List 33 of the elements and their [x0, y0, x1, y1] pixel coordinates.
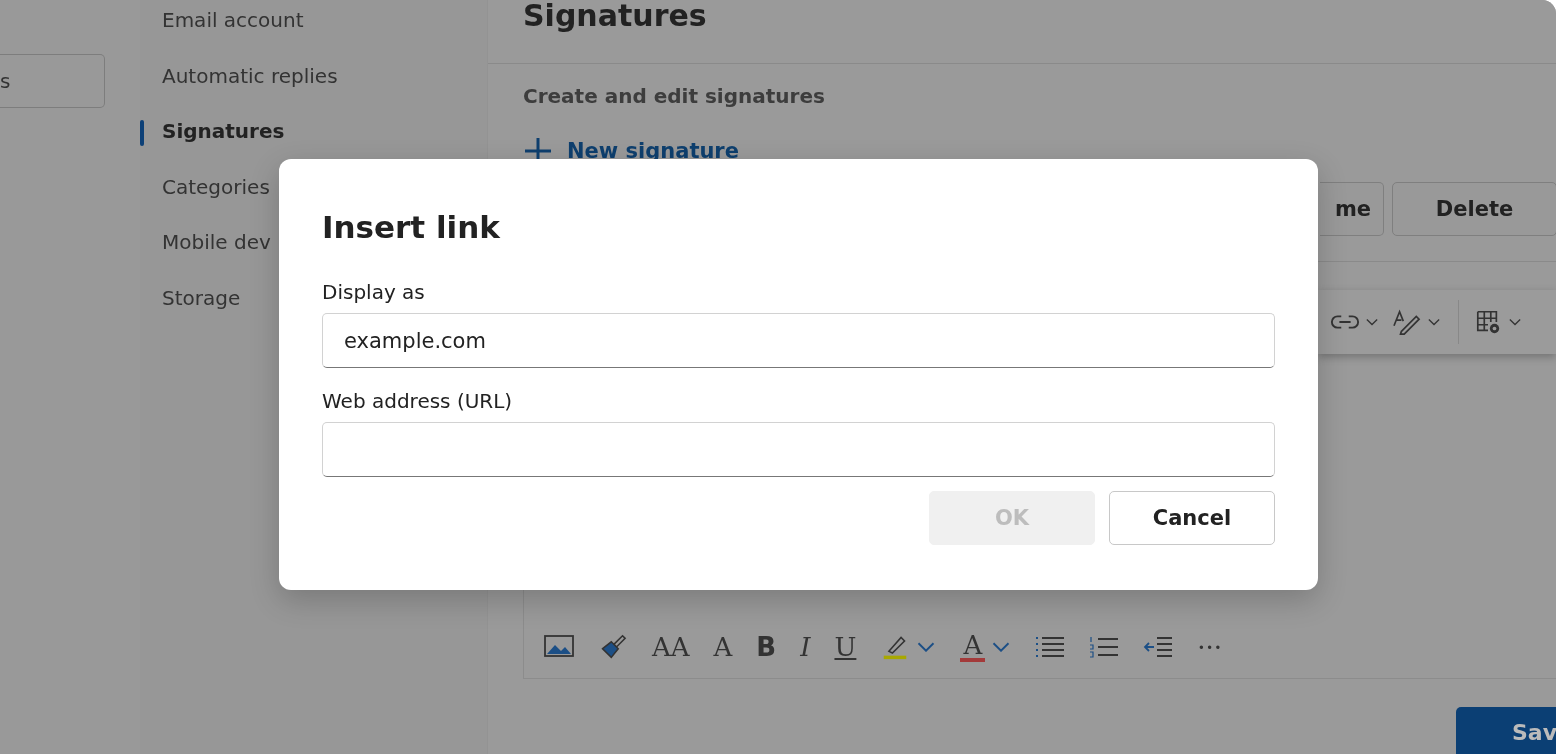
chevron-down-icon[interactable] — [916, 642, 937, 652]
chevron-down-icon[interactable] — [1366, 318, 1378, 326]
italic-button[interactable]: I — [800, 632, 811, 662]
underline-button[interactable]: U — [834, 632, 857, 662]
chevron-down-icon[interactable] — [1428, 318, 1440, 326]
toolbar-glyph[interactable]: AA — [652, 632, 690, 662]
font-color-button[interactable]: A — [960, 632, 986, 662]
save-button[interactable]: Sav — [1456, 707, 1556, 754]
nav-item[interactable]: Email account — [140, 4, 487, 60]
search-field[interactable]: s — [0, 54, 105, 108]
image-icon[interactable] — [544, 634, 574, 660]
decrease-indent-icon[interactable] — [1143, 634, 1174, 660]
toolbar-glyph[interactable]: ··· — [1197, 632, 1222, 662]
chevron-down-icon[interactable] — [1509, 318, 1521, 326]
field-label: Web address (URL) — [322, 388, 514, 415]
nav-item[interactable]: Signatures — [140, 115, 487, 171]
action-button[interactable]: Delete — [1392, 182, 1556, 236]
bullet-list-icon[interactable] — [1035, 634, 1066, 660]
numbered-list-icon[interactable] — [1089, 634, 1120, 660]
action-button[interactable]: me — [1320, 182, 1384, 236]
nav-item[interactable]: Automatic replies — [140, 59, 487, 115]
chevron-down-icon[interactable] — [991, 642, 1012, 652]
section-heading: Create and edit signatures — [522, 84, 826, 108]
pen-icon[interactable] — [1392, 309, 1422, 335]
dialog-button[interactable]: Cancel — [1109, 491, 1275, 545]
new-signature-button[interactable]: New signature — [523, 136, 739, 166]
input-field[interactable]: example.com — [322, 313, 1275, 368]
toolbar-glyph[interactable]: A — [713, 632, 733, 662]
field-label: Display as — [322, 279, 426, 306]
dialog-title: Insert link — [322, 208, 501, 247]
page-title: Signatures — [522, 0, 708, 35]
input-field[interactable] — [322, 422, 1275, 477]
bold-button[interactable]: B — [756, 632, 777, 662]
